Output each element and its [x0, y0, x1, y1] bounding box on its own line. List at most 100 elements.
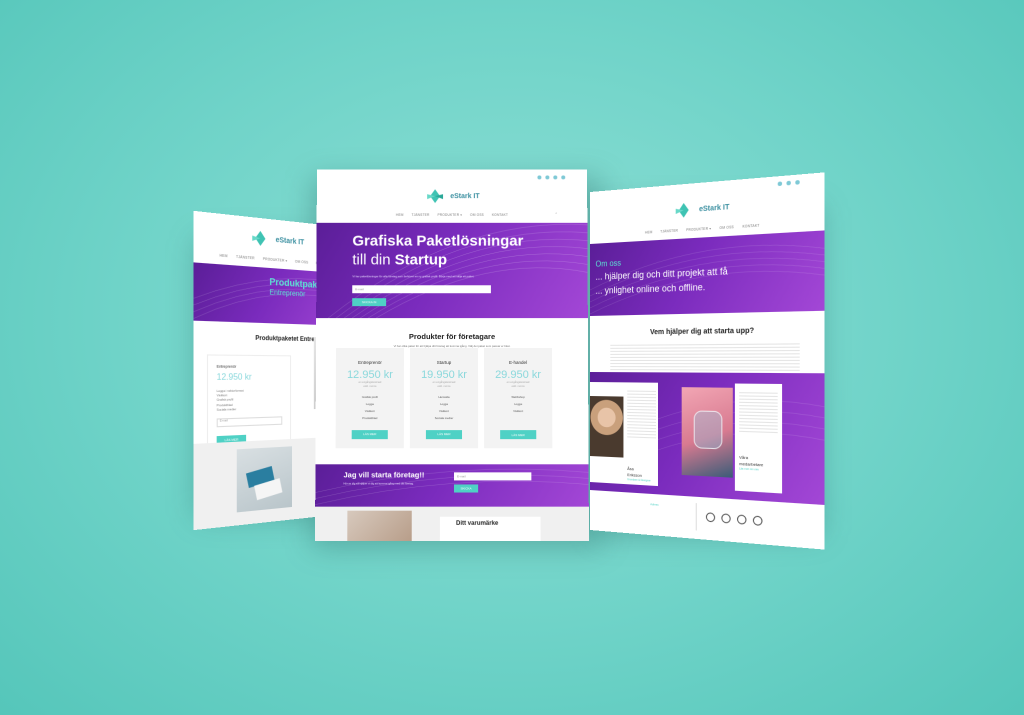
product-card-entreprenor: Entreprenör 12.950 kr en engångskostnad … — [335, 348, 405, 449]
cta-text: Hör av dig så hjälper vi dig att komma i… — [343, 482, 414, 486]
card-note: exkl. moms — [363, 385, 377, 389]
card-name: Entreprenör — [358, 359, 382, 365]
facebook-icon[interactable] — [537, 175, 542, 180]
left-card-feature: Sociala medier — [216, 406, 237, 412]
person-name: Åsa — [627, 465, 634, 472]
person-card: Åsa Eriksson Grundare & Designer — [590, 382, 658, 487]
hero-title-line1: Grafiska Paketlösningar — [352, 232, 524, 250]
person-photo — [590, 396, 624, 458]
cta-email-input[interactable]: E-mail — [454, 472, 532, 481]
footer-label: Adress — [650, 502, 659, 507]
nav-item-services[interactable]: TJÄNSTER — [412, 213, 430, 217]
card-feature: Hemsida — [438, 395, 450, 400]
right-section-title: Vem hjälper dig att starta upp? — [650, 327, 755, 337]
right-hero: Om oss ... hjälper dig och ditt projekt … — [590, 230, 825, 316]
right-page: eStark IT HEM TJÄNSTER PRODUKTER ▾ OM OS… — [590, 172, 825, 550]
left-card-name: Entreprenör — [216, 364, 237, 369]
search-icon[interactable]: ⌕ — [555, 211, 557, 215]
card-price: 19.950 kr — [421, 368, 467, 381]
hero-email-input[interactable]: E-mail — [352, 285, 491, 294]
instagram-icon[interactable] — [545, 175, 550, 180]
hero-title-prefix: till din — [352, 251, 391, 269]
cta-title: Jag vill starta företag!! — [343, 470, 425, 480]
card-name: Startup — [436, 359, 452, 365]
brand-card: Ditt varumärke — [439, 516, 541, 542]
brand-image — [347, 510, 412, 542]
instagram-icon[interactable] — [721, 513, 731, 524]
facebook-icon[interactable] — [705, 512, 716, 523]
nav-item-home[interactable]: HEM — [396, 213, 404, 217]
nav-item-about[interactable]: OM OSS — [719, 225, 734, 230]
nav-item-contact[interactable]: KONTAKT — [492, 213, 508, 217]
cta-submit-button[interactable]: SKICKA — [454, 484, 479, 493]
nav-item-products[interactable]: PRODUKTER ▾ — [263, 257, 287, 263]
card-read-more-button[interactable]: LÄS MER — [500, 430, 537, 440]
product-card-startup: Startup 19.950 kr en engångskostnad exkl… — [409, 348, 479, 449]
logo-icon — [252, 230, 266, 247]
card-note: exkl. moms — [437, 385, 451, 389]
team-card: Våra medarbetare Läs mer om oss — [734, 383, 783, 494]
card-feature: Visitkort — [439, 409, 449, 414]
facebook-icon[interactable] — [777, 181, 783, 187]
cta-band: Jag vill starta företag!! Hör av dig så … — [315, 464, 589, 507]
instagram-icon[interactable] — [786, 180, 791, 186]
nav-item-about[interactable]: OM OSS — [295, 259, 308, 264]
nav-item-products[interactable]: PRODUKTER ▾ — [686, 226, 711, 232]
card-feature: Sociala medier — [434, 416, 454, 421]
products-title: Produkter för företagare — [408, 332, 496, 342]
main-nav: HEM TJÄNSTER PRODUKTER ▾ OM OSS KONTAKT … — [317, 207, 588, 223]
logo-text: eStark IT — [275, 236, 305, 247]
card-price: 29.950 kr — [495, 368, 542, 381]
linkedin-icon[interactable] — [752, 515, 763, 526]
logo-icon — [675, 202, 689, 218]
hero-submit-button[interactable]: SKICKA IN — [352, 298, 387, 307]
card-feature: Logga — [440, 402, 448, 407]
card-feature: Webbshop — [511, 395, 525, 400]
nav-item-home[interactable]: HEM — [645, 230, 652, 235]
linkedin-icon[interactable] — [795, 179, 800, 185]
site-logo[interactable]: eStark IT — [317, 185, 588, 207]
card-feature: Visitkort — [513, 409, 524, 414]
social-icons — [317, 170, 587, 186]
right-hero-title: Om oss — [595, 258, 622, 269]
footer-social — [705, 512, 763, 526]
card-feature: Visitkort — [364, 409, 375, 414]
hero-title-bold: Startup — [394, 251, 448, 269]
team-link[interactable]: Läs mer om oss — [739, 467, 782, 472]
card-feature: Produktblad — [362, 416, 378, 421]
brand-section-title: Ditt varumärke — [456, 520, 499, 527]
nav-item-contact[interactable]: KONTAKT — [742, 223, 759, 228]
card-note: exkl. moms — [511, 385, 525, 389]
center-hero: Grafiska Paketlösningar till din Startup… — [316, 222, 588, 319]
card-feature: Grafisk profil — [361, 395, 378, 400]
person-surname: Eriksson — [627, 472, 642, 478]
nav-item-products[interactable]: PRODUKTER ▾ — [438, 213, 463, 217]
right-section-body — [610, 341, 800, 373]
logo-text: eStark IT — [698, 203, 730, 213]
nav-item-home[interactable]: HEM — [220, 253, 228, 258]
logo-text: eStark IT — [450, 192, 480, 200]
center-page: eStark IT HEM TJÄNSTER PRODUKTER ▾ OM OS… — [315, 169, 589, 542]
business-card-mockup — [236, 446, 292, 513]
nav-item-services[interactable]: TJÄNSTER — [660, 228, 678, 233]
right-team-band: Åsa Eriksson Grundare & Designer Våra me… — [590, 372, 825, 505]
person-role: Grundare & Designer — [627, 478, 651, 483]
card-read-more-button[interactable]: LÄS MER — [351, 429, 388, 439]
product-card-ehandel: E-handel 29.950 kr en engångskostnad exk… — [483, 348, 553, 449]
linkedin-icon[interactable] — [561, 175, 566, 180]
left-card-input[interactable]: E-mail — [216, 416, 283, 428]
team-image — [681, 387, 733, 478]
logo-icon — [427, 189, 444, 204]
hero-text: Vi har paketlösningar för alla företag s… — [352, 274, 475, 279]
nav-item-about[interactable]: OM OSS — [470, 213, 484, 217]
card-read-more-button[interactable]: LÄS MER — [425, 429, 463, 439]
youtube-icon[interactable] — [736, 514, 747, 525]
nav-item-services[interactable]: TJÄNSTER — [236, 255, 255, 261]
left-card-price: 12.950 kr — [216, 372, 252, 383]
card-name: E-handel — [508, 359, 528, 365]
hero-title-line2: till din Startup — [352, 252, 447, 269]
brand-section: Ditt varumärke — [315, 506, 589, 542]
card-feature: Logga — [514, 402, 523, 407]
card-feature: Logga — [365, 402, 374, 407]
youtube-icon[interactable] — [553, 175, 558, 180]
